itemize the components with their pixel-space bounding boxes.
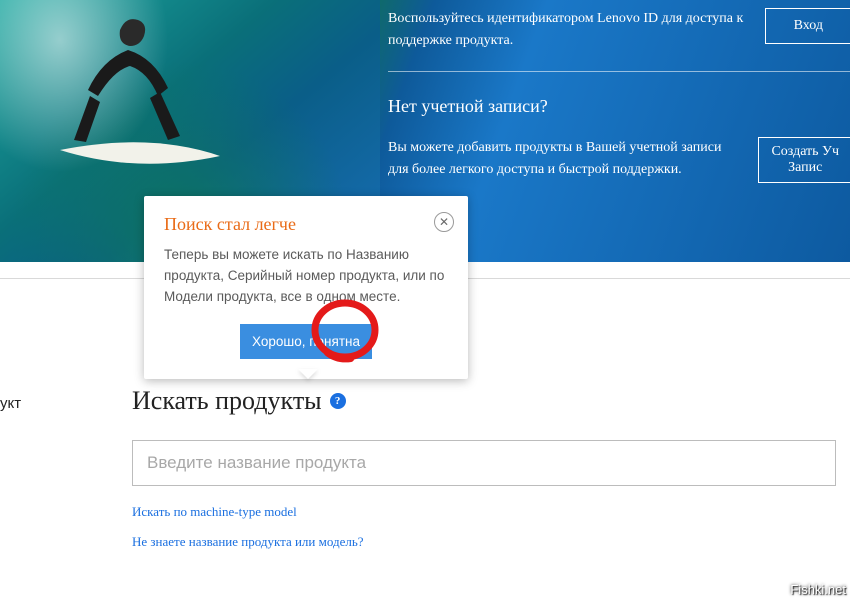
close-icon: ✕ — [439, 216, 449, 228]
create-account-button[interactable]: Создать Уч Запис — [758, 137, 850, 183]
tooltip-title: Поиск стал легче — [164, 214, 448, 235]
product-search-input[interactable] — [132, 440, 836, 486]
search-heading: Искать продукты ? — [132, 386, 346, 416]
help-icon[interactable]: ? — [330, 393, 346, 409]
search-heading-text: Искать продукты — [132, 386, 322, 416]
login-button[interactable]: Вход — [765, 8, 850, 44]
link-unknown-product[interactable]: Не знаете название продукта или модель? — [132, 534, 850, 550]
tooltip-body: Теперь вы можете искать по Названию прод… — [164, 245, 448, 308]
watermark: Fishki.net — [790, 582, 846, 597]
no-account-heading: Нет учетной записи? — [388, 96, 850, 117]
hero-text-add-products: Вы можете добавить продукты в Вашей учет… — [388, 137, 740, 182]
search-tooltip: Поиск стал легче ✕ Теперь вы можете иска… — [144, 196, 468, 379]
link-machine-type-model[interactable]: Искать по machine-type model — [132, 504, 850, 520]
tooltip-close-button[interactable]: ✕ — [434, 212, 454, 232]
tooltip-ok-button[interactable]: Хорошо, понятна — [240, 324, 372, 359]
hero-divider — [388, 71, 850, 72]
create-account-button-line1: Создать Уч — [771, 144, 839, 159]
create-account-button-line2: Запис — [788, 160, 822, 175]
hero-text-lenovo-id: Воспользуйтесь идентификатором Lenovo ID… — [388, 8, 747, 53]
